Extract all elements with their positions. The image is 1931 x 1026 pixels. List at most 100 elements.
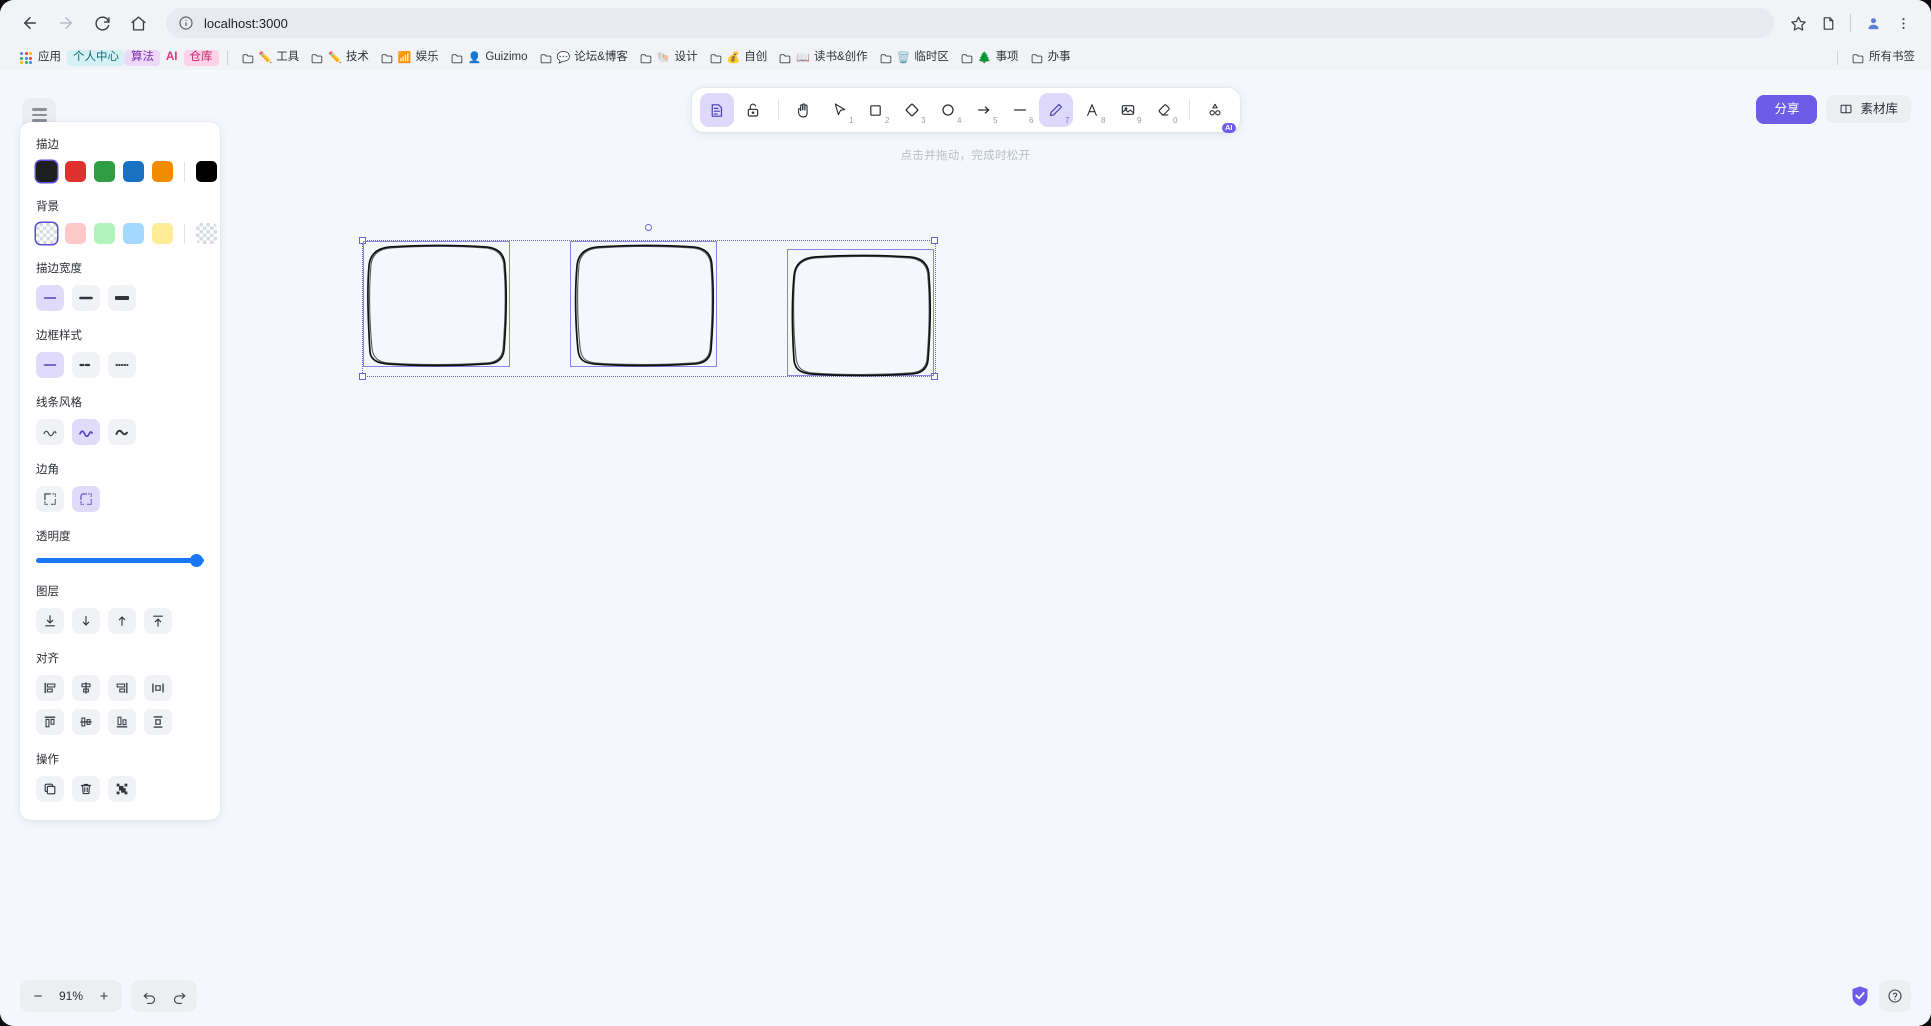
sloppiness-artist[interactable] — [72, 419, 100, 445]
stroke-color-swatch[interactable] — [36, 161, 57, 182]
opacity-slider[interactable] — [36, 553, 204, 567]
sloppiness-cartoonist[interactable] — [108, 419, 136, 445]
library-button[interactable]: 素材库 — [1826, 95, 1911, 124]
bookmark-folder-items[interactable]: 🌲 事项 — [955, 50, 1025, 66]
select-tool[interactable]: 1 — [823, 93, 857, 127]
shapes-ai-tool[interactable]: AI — [1198, 93, 1236, 133]
stroke-width-thin[interactable] — [36, 285, 64, 311]
stroke-color-swatch[interactable] — [65, 161, 86, 182]
align-center-horizontal-button[interactable] — [72, 675, 100, 701]
rounded-rect-3[interactable] — [786, 248, 936, 380]
align-center-vertical-button[interactable] — [72, 709, 100, 735]
text-tool[interactable]: 8 — [1075, 93, 1109, 127]
stroke-color-swatch[interactable] — [152, 161, 173, 182]
bookmark-folder-original[interactable]: 💰 自创 — [704, 50, 774, 66]
diamond-tool[interactable]: 3 — [895, 93, 929, 127]
duplicate-button[interactable] — [36, 776, 64, 802]
bookmark-folder-design[interactable]: 🐚 设计 — [634, 50, 704, 66]
stroke-style-solid[interactable] — [36, 352, 64, 378]
back-button[interactable] — [14, 7, 46, 39]
distribute-horizontal-button[interactable] — [144, 675, 172, 701]
chrome-menu-icon[interactable] — [1889, 9, 1917, 37]
align-top-button[interactable] — [36, 709, 64, 735]
canvas[interactable] — [0, 70, 1931, 1026]
distribute-vertical-button[interactable] — [144, 709, 172, 735]
shape-selection-2[interactable] — [570, 241, 717, 367]
bookmark-apps[interactable]: 应用 — [14, 50, 67, 66]
bookmark-repo[interactable]: 仓库 — [183, 50, 219, 66]
background-color-swatch[interactable] — [36, 223, 57, 244]
profile-icon[interactable] — [1859, 9, 1887, 37]
background-color-swatch[interactable] — [152, 223, 173, 244]
edges-sharp[interactable] — [36, 486, 64, 512]
align-right-button[interactable] — [108, 675, 136, 701]
bookmark-ai[interactable]: AI — [160, 50, 184, 66]
zoom-level-value[interactable]: 91% — [52, 989, 90, 1003]
align-bottom-button[interactable] — [108, 709, 136, 735]
site-info-icon[interactable] — [178, 15, 194, 31]
group-button[interactable] — [108, 776, 136, 802]
bookmark-algorithm[interactable]: 算法 — [125, 50, 160, 66]
undo-button[interactable] — [135, 982, 163, 1010]
stroke-current-color[interactable] — [196, 161, 217, 182]
send-backward-button[interactable] — [72, 608, 100, 634]
rotation-handle[interactable] — [645, 224, 652, 231]
rounded-rect-1[interactable] — [362, 240, 512, 370]
opacity-knob[interactable] — [190, 553, 203, 567]
resize-handle-sw[interactable] — [359, 373, 366, 380]
lock-tool[interactable] — [736, 93, 770, 127]
background-current-color[interactable] — [196, 223, 217, 244]
resize-handle-ne[interactable] — [931, 237, 938, 244]
bookmark-personal-center[interactable]: 个人中心 — [67, 50, 125, 66]
bookmark-folder-entertainment[interactable]: 📶 娱乐 — [375, 50, 445, 66]
rounded-rect-2[interactable] — [569, 240, 719, 370]
bookmark-all-bookmarks[interactable]: 所有书签 — [1846, 50, 1921, 66]
send-to-back-button[interactable] — [36, 608, 64, 634]
bookmark-folder-guizimo[interactable]: 👤 Guizimo — [445, 50, 534, 66]
share-button[interactable]: 分享 — [1756, 95, 1818, 124]
bring-to-front-button[interactable] — [144, 608, 172, 634]
eraser-tool[interactable]: 0 — [1147, 93, 1181, 127]
rectangle-tool[interactable]: 2 — [859, 93, 893, 127]
bookmark-star-icon[interactable] — [1784, 9, 1812, 37]
bring-forward-button[interactable] — [108, 608, 136, 634]
bookmark-folder-forum-blog[interactable]: 💬 论坛&博客 — [534, 50, 634, 66]
bookmark-folder-errands[interactable]: 办事 — [1025, 50, 1077, 66]
bookmark-folder-reading-writing[interactable]: 📖 读书&创作 — [773, 50, 873, 66]
draw-tool[interactable]: 7 — [1038, 93, 1073, 127]
image-tool[interactable]: 9 — [1111, 93, 1145, 127]
ellipse-tool[interactable]: 4 — [931, 93, 965, 127]
redo-button[interactable] — [165, 982, 193, 1010]
home-button[interactable] — [122, 7, 154, 39]
stroke-color-swatch[interactable] — [123, 161, 144, 182]
background-color-swatch[interactable] — [123, 223, 144, 244]
zoom-out-button[interactable]: − — [24, 982, 52, 1010]
stroke-color-swatch[interactable] — [94, 161, 115, 182]
align-left-button[interactable] — [36, 675, 64, 701]
bookmark-folder-temp[interactable]: 🗑️ 临时区 — [874, 50, 955, 66]
extensions-icon[interactable] — [1814, 9, 1842, 37]
hand-tool[interactable] — [787, 93, 821, 127]
stroke-width-extrabold[interactable] — [108, 285, 136, 311]
bookmark-folder-tech[interactable]: ✏️ 技术 — [305, 50, 375, 66]
address-bar[interactable]: localhost:3000 — [166, 8, 1774, 38]
arrow-tool[interactable]: 5 — [967, 93, 1001, 127]
shape-selection-3[interactable] — [787, 249, 934, 376]
sloppiness-architect[interactable] — [36, 419, 64, 445]
edges-round[interactable] — [72, 486, 100, 512]
shape-selection-1[interactable] — [363, 241, 510, 367]
help-button[interactable] — [1879, 980, 1911, 1012]
background-color-swatch[interactable] — [65, 223, 86, 244]
line-tool[interactable]: 6 — [1003, 93, 1037, 127]
stroke-style-dashed[interactable] — [72, 352, 100, 378]
stroke-style-dotted[interactable] — [108, 352, 136, 378]
delete-button[interactable] — [72, 776, 100, 802]
notes-tool[interactable] — [699, 93, 734, 127]
reload-button[interactable] — [86, 7, 118, 39]
verified-shield-icon[interactable] — [1849, 984, 1871, 1008]
zoom-in-button[interactable]: + — [90, 982, 118, 1010]
bookmark-folder-tools[interactable]: ✏️ 工具 — [236, 50, 306, 66]
background-color-swatch[interactable] — [94, 223, 115, 244]
forward-button[interactable] — [50, 7, 82, 39]
resize-handle-nw[interactable] — [359, 237, 366, 244]
